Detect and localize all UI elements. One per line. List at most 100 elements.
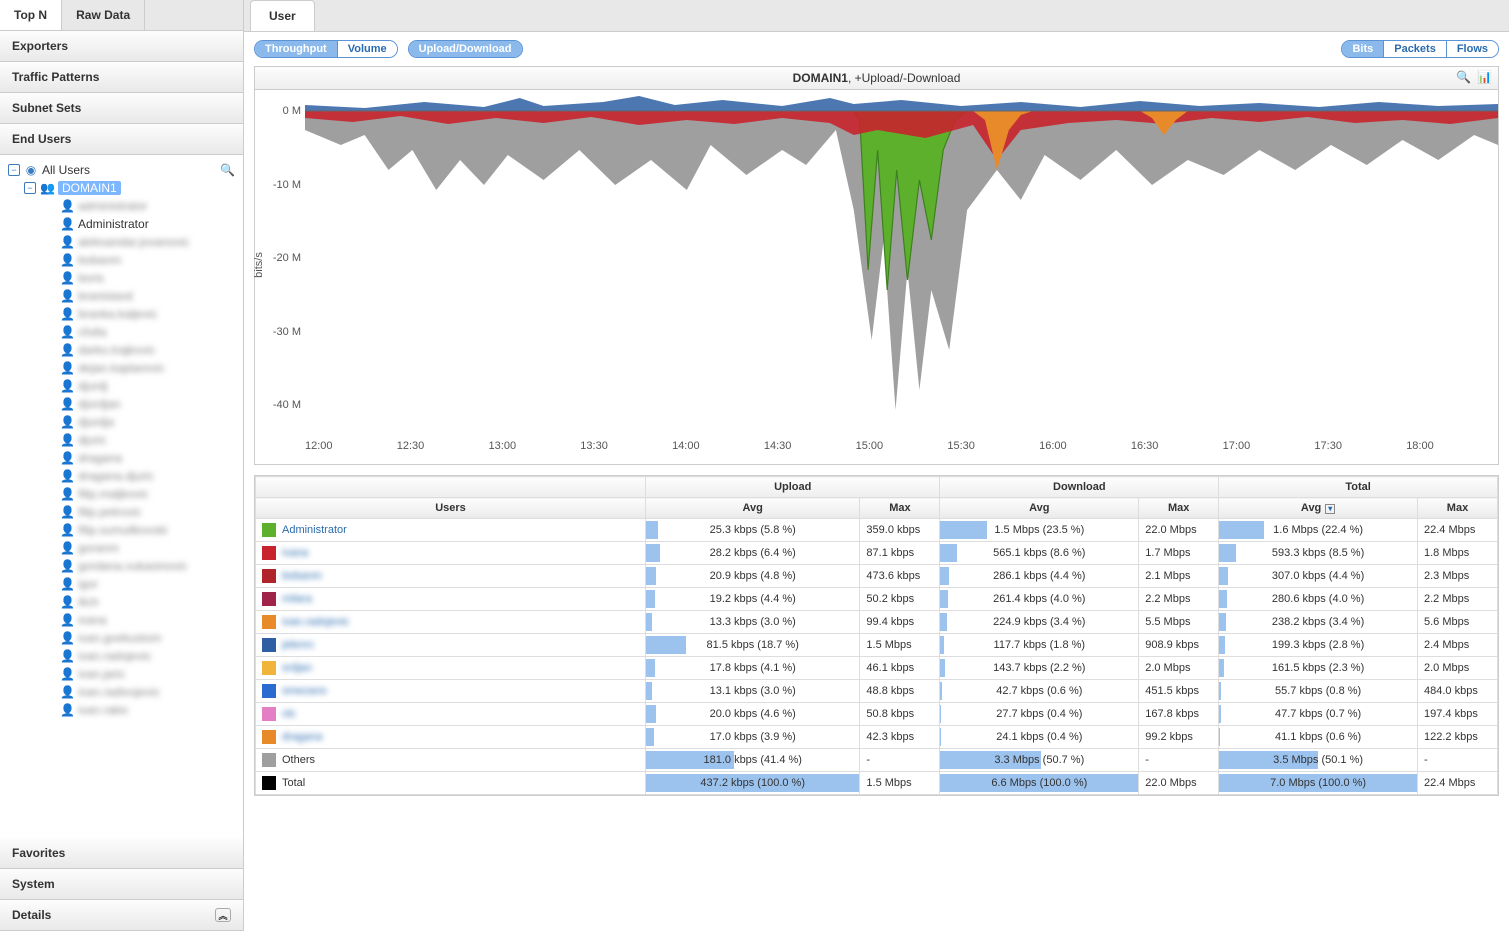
pill-volume[interactable]: Volume	[337, 41, 397, 57]
color-swatch	[262, 707, 276, 721]
col-dn-avg[interactable]: Avg	[940, 498, 1139, 519]
tree-user-row[interactable]: 👤branka.kaljevic	[8, 305, 235, 323]
pill-throughput[interactable]: Throughput	[255, 41, 337, 57]
tree-user-row[interactable]: 👤branislavd	[8, 287, 235, 305]
bar-cell: 17.8 kbps (4.1 %)	[646, 657, 860, 680]
tree-user-row[interactable]: 👤dragana.djuric	[8, 467, 235, 485]
x-tick: 13:30	[580, 440, 672, 464]
user-link[interactable]: ivana	[282, 547, 308, 559]
chart-title-domain: DOMAIN1	[793, 71, 848, 85]
user-link[interactable]: srdjan	[282, 662, 312, 674]
tree-user-row[interactable]: 👤filip.sumulikovski	[8, 521, 235, 539]
tree-user-row[interactable]: 👤goranm	[8, 539, 235, 557]
user-icon: 👤	[60, 541, 74, 555]
tree-user-row[interactable]: 👤darko.trajkovic	[8, 341, 235, 359]
section-system[interactable]: System	[0, 869, 243, 900]
section-subnet-sets[interactable]: Subnet Sets	[0, 93, 243, 124]
tree-user-row[interactable]: 👤 djurdja	[8, 413, 235, 431]
tree-user-row[interactable]: 👤Administrator	[8, 215, 235, 233]
tree-user-row[interactable]: 👤dejan.kaplarevic	[8, 359, 235, 377]
cell-dn-max: -	[1139, 749, 1219, 772]
tab-user[interactable]: User	[250, 0, 315, 31]
tree-user-row[interactable]: 👤ilich	[8, 593, 235, 611]
user-link[interactable]: smezano	[282, 685, 327, 697]
zoom-reset-icon[interactable]: 🔍	[1456, 70, 1471, 84]
bar-cell: 307.0 kbps (4.4 %)	[1219, 565, 1418, 588]
tree-domain-row[interactable]: − 👥 DOMAIN1	[8, 179, 235, 197]
collapse-icon[interactable]: −	[24, 182, 36, 194]
tree-user-row[interactable]: 👤bobanm	[8, 251, 235, 269]
tree-user-row[interactable]: 👤gordana.vukasinovic	[8, 557, 235, 575]
search-icon[interactable]: 🔍	[220, 163, 235, 177]
col-users[interactable]: Users	[256, 498, 646, 519]
user-icon: 👤	[60, 433, 74, 447]
tree-user-row[interactable]: 👤dragana	[8, 449, 235, 467]
bar-cell: 261.4 kbps (4.0 %)	[940, 588, 1139, 611]
tree-user-row[interactable]: 👤ivan.jaric	[8, 665, 235, 683]
unit-toggle: Bits Packets Flows	[1341, 40, 1499, 58]
section-details[interactable]: Details ︽	[0, 900, 243, 931]
tree-user-row[interactable]: 👤cfulta	[8, 323, 235, 341]
tree-user-row[interactable]: 👤djuric	[8, 431, 235, 449]
collapse-icon[interactable]: −	[8, 164, 20, 176]
table-row: ivana28.2 kbps (6.4 %)87.1 kbps565.1 kbp…	[256, 542, 1498, 565]
bar-cell: 20.0 kbps (4.6 %)	[646, 703, 860, 726]
tree-user-row[interactable]: 👤administrator	[8, 197, 235, 215]
user-link[interactable]: jelenrc	[282, 639, 314, 651]
table-row: smezano13.1 kbps (3.0 %)48.8 kbps42.7 kb…	[256, 680, 1498, 703]
pill-flows[interactable]: Flows	[1446, 41, 1498, 57]
tree-root-row[interactable]: − ◉ All Users 🔍	[8, 161, 235, 179]
col-up-avg[interactable]: Avg	[646, 498, 860, 519]
tree-user-row[interactable]: 👤igor	[8, 575, 235, 593]
tree-user-row[interactable]: 👤aleksandar.jovanovic	[8, 233, 235, 251]
tree-user-row[interactable]: 👤ivan.radojevic	[8, 647, 235, 665]
chevron-up-icon[interactable]: ︽	[215, 908, 231, 922]
globe-icon: ◉	[24, 163, 38, 177]
cell-dn-max: 2.2 Mbps	[1139, 588, 1219, 611]
tree-user-row[interactable]: 👤boris	[8, 269, 235, 287]
x-tick: 17:30	[1314, 440, 1406, 464]
tree-user-row[interactable]: 👤djurdj	[8, 377, 235, 395]
tab-raw-data[interactable]: Raw Data	[62, 0, 145, 30]
user-icon: 👤	[60, 415, 74, 429]
tab-top-n[interactable]: Top N	[0, 0, 62, 30]
table-row: jelenrc81.5 kbps (18.7 %)1.5 Mbps117.7 k…	[256, 634, 1498, 657]
col-dn-max[interactable]: Max	[1139, 498, 1219, 519]
cell-tot-max: 5.6 Mbps	[1418, 611, 1498, 634]
user-link[interactable]: dragana	[282, 731, 322, 743]
tree-user-row[interactable]: 👤ivana	[8, 611, 235, 629]
chart-body[interactable]: bits/s 0 M -10 M -20 M -30 M -40 M	[255, 90, 1498, 440]
col-tot-avg[interactable]: Avg▾	[1219, 498, 1418, 519]
bar-cell: 55.7 kbps (0.8 %)	[1219, 680, 1418, 703]
pill-upload-download[interactable]: Upload/Download	[409, 41, 522, 57]
tree-user-row[interactable]: 👤filip.petrovic	[8, 503, 235, 521]
cell-up-max: 1.5 Mbps	[860, 634, 940, 657]
chart-settings-icon[interactable]: 📊	[1477, 70, 1492, 84]
tree-user-row[interactable]: 👤filip.maljkovic	[8, 485, 235, 503]
user-link[interactable]: bobanm	[282, 570, 322, 582]
user-link[interactable]: ivan.radojevic	[282, 616, 349, 628]
tree-user-label: djurdja	[78, 415, 114, 429]
user-link[interactable]: milara	[282, 593, 312, 605]
user-icon: 👤	[60, 325, 74, 339]
section-exporters[interactable]: Exporters	[0, 31, 243, 62]
pill-packets[interactable]: Packets	[1383, 41, 1446, 57]
col-up-max[interactable]: Max	[860, 498, 940, 519]
section-end-users[interactable]: End Users	[0, 124, 243, 155]
tree-user-row[interactable]: 👤djordjan	[8, 395, 235, 413]
cell-tot-max: 2.2 Mbps	[1418, 588, 1498, 611]
x-tick: 15:30	[947, 440, 1039, 464]
section-favorites[interactable]: Favorites	[0, 838, 243, 869]
chart-plot[interactable]	[305, 90, 1498, 440]
pill-bits[interactable]: Bits	[1342, 41, 1383, 57]
user-icon: 👤	[60, 217, 74, 231]
col-tot-max[interactable]: Max	[1418, 498, 1498, 519]
tree-user-row[interactable]: 👤ivan.gvekustom	[8, 629, 235, 647]
user-link[interactable]: nlc	[282, 708, 296, 720]
tree-user-row[interactable]: 👤ivan.radivojevic	[8, 683, 235, 701]
cell-dn-max: 2.0 Mbps	[1139, 657, 1219, 680]
section-traffic-patterns[interactable]: Traffic Patterns	[0, 62, 243, 93]
x-tick: 14:00	[672, 440, 764, 464]
tree-user-row[interactable]: 👤ivan.rakic	[8, 701, 235, 719]
user-link[interactable]: Administrator	[282, 524, 347, 536]
